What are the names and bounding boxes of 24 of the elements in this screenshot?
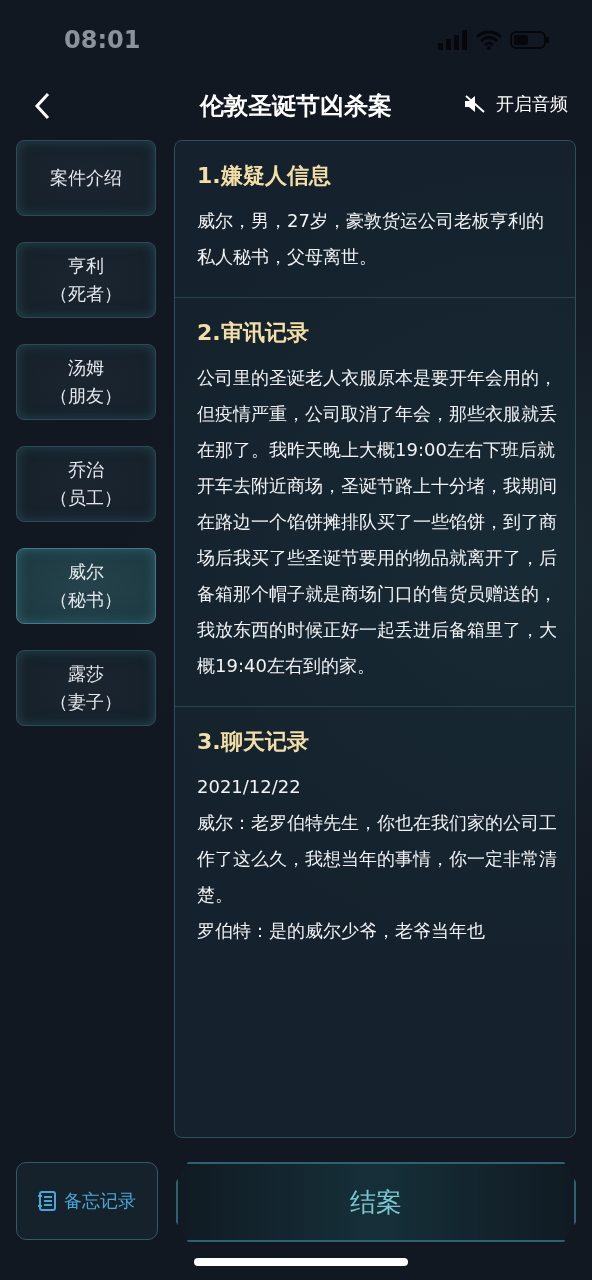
signal-icon <box>438 30 468 50</box>
sidebar-tab[interactable]: 威尔 （秘书） <box>16 548 156 624</box>
section-text: 罗伯特：是的威尔少爷，老爷当年也 <box>197 919 486 943</box>
status-time: 08:01 <box>64 26 141 54</box>
battery-icon <box>510 30 550 50</box>
section-heading: 3.聊天记录 <box>197 728 310 756</box>
sidebar-tab[interactable]: 亨利 （死者） <box>16 242 156 318</box>
section-text: 威尔，男，27岁，豪敦货运公司老板亨利的私人秘书，父母离世。 <box>197 209 545 269</box>
section-text: 2021/12/22 <box>197 775 302 799</box>
notebook-icon <box>38 1191 56 1211</box>
sidebar-tab[interactable]: 露莎 （妻子） <box>16 650 156 726</box>
section-text: 威尔：老罗伯特先生，你也在我们家的公司工作了这么久，我想当年的事情，你一定非常清楚。 <box>197 811 558 907</box>
section-text: 公司里的圣诞老人衣服原本是要开年会用的，但疫情严重，公司取消了年会，那些衣服就丢在那了。我昨天晚上大概19:00左右下班后就开车去附近商场，圣诞节路上十分堵，我期间在路边一个馅饼摊排队买了一些馅饼，到了商场后我买了些圣诞节要用的物品就离开了，后备箱那个帽子就是商场门口的售货员赠送的，我放东西的时候正好一起丢进后备箱里了，大概19:40左右到的家。 <box>197 366 558 678</box>
back-icon[interactable] <box>34 92 50 120</box>
section-heading: 1.嫌疑人信息 <box>197 162 332 190</box>
sidebar-tab[interactable]: 案件介绍 <box>16 140 156 216</box>
sidebar-tab[interactable]: 乔治 （员工） <box>16 446 156 522</box>
audio-toggle[interactable]: 开启音频 <box>464 92 568 116</box>
page-title: 伦敦圣诞节凶杀案 <box>200 91 392 122</box>
section-heading: 2.审讯记录 <box>197 319 310 347</box>
wifi-icon <box>476 30 502 50</box>
close-case-button[interactable]: 结案 <box>176 1162 576 1242</box>
sidebar-tab[interactable]: 汤姆 （朋友） <box>16 344 156 420</box>
memo-button[interactable]: 备忘记录 <box>16 1162 158 1240</box>
